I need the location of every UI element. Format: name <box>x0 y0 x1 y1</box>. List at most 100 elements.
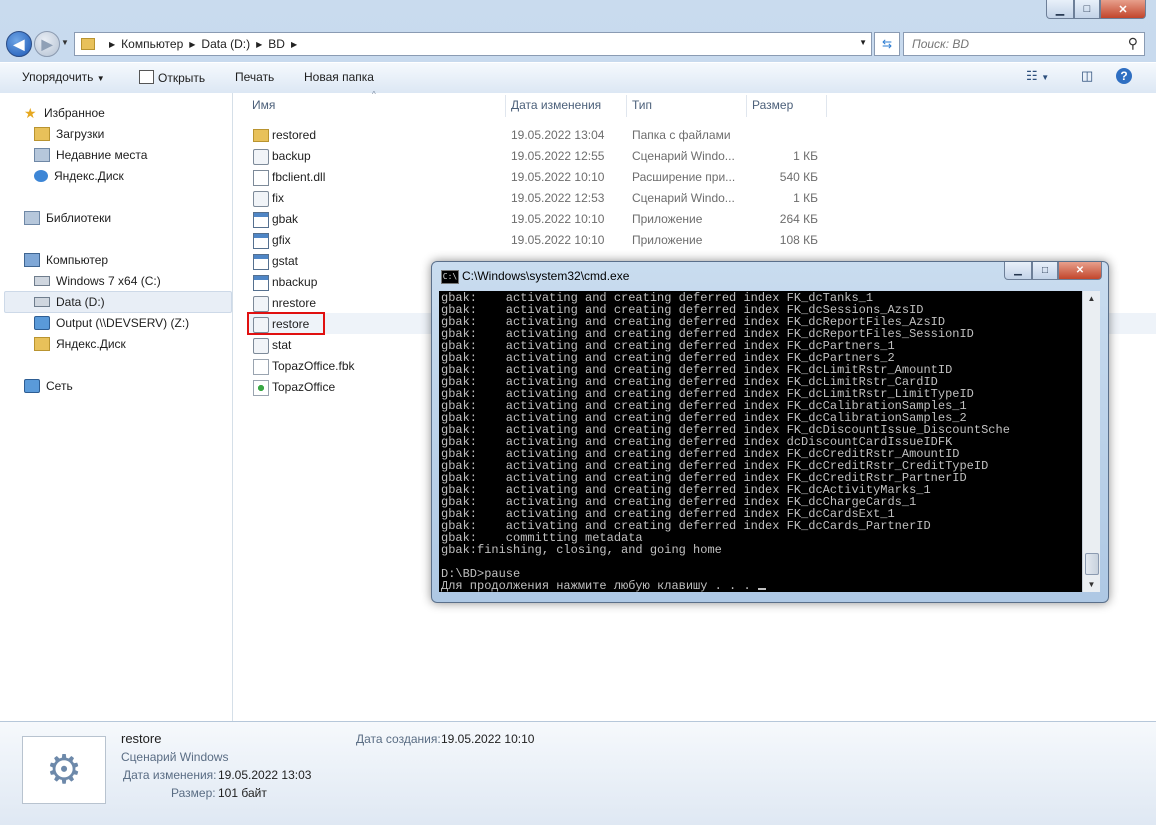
preview-pane-icon[interactable]: ◫ <box>1081 68 1093 84</box>
organize-button[interactable]: Упорядочить ▼ <box>22 70 105 84</box>
search-input[interactable] <box>910 36 1114 52</box>
console-output[interactable]: gbak: activating and creating deferred i… <box>439 291 1082 592</box>
file-size: 540 КБ <box>779 170 818 184</box>
refresh-button[interactable]: ⇆ <box>874 32 900 56</box>
script-gear-icon <box>253 191 269 207</box>
console-icon: C:\ <box>441 270 459 284</box>
file-icon <box>253 359 269 375</box>
file-type: Приложение <box>632 212 703 226</box>
script-gear-icon <box>253 296 269 312</box>
cmd-window[interactable]: C:\ C:\Windows\system32\cmd.exe ▁ □ ✕ gb… <box>431 261 1109 603</box>
nav-label: Библиотеки <box>46 211 112 225</box>
file-row[interactable]: gfix 19.05.2022 10:10 Приложение 108 КБ <box>233 229 1156 250</box>
search-box[interactable]: ⚲ <box>903 32 1145 56</box>
nav-favorites[interactable]: ★ Избранное <box>24 103 105 123</box>
recent-places-icon <box>34 148 50 162</box>
scroll-thumb[interactable] <box>1085 553 1099 575</box>
nav-drive-d[interactable]: Data (D:) <box>34 292 105 312</box>
file-date: 19.05.2022 12:55 <box>511 149 605 163</box>
file-name: fix <box>272 191 284 205</box>
nav-drive-c[interactable]: Windows 7 x64 (C:) <box>34 271 161 291</box>
file-date: 19.05.2022 10:10 <box>511 170 605 184</box>
chevron-right-icon: ▶ <box>109 39 116 49</box>
console-text: gbak: activating and creating deferred i… <box>439 291 1082 592</box>
file-row[interactable]: backup 19.05.2022 12:55 Сценарий Windo... 1… <box>233 145 1156 166</box>
column-header-name[interactable]: Имя <box>252 98 275 112</box>
details-size-label: Размер: <box>171 786 216 800</box>
file-name: stat <box>272 338 292 352</box>
yandex-folder-icon <box>34 337 50 351</box>
file-name: gbak <box>272 212 299 226</box>
address-dropdown-icon[interactable]: ▼ <box>859 38 867 47</box>
breadcrumb-data-d[interactable]: Data (D:) <box>201 37 250 51</box>
details-size-value: 101 байт <box>218 786 267 800</box>
maximize-button[interactable]: □ <box>1074 0 1100 19</box>
nav-network-drive-z[interactable]: Output (\\DEVSERV) (Z:) <box>34 313 189 333</box>
nav-label: Компьютер <box>46 253 109 267</box>
print-button[interactable]: Печать <box>235 70 274 84</box>
nav-yandex-disk-2[interactable]: Яндекс.Диск <box>34 334 126 354</box>
address-row: ◀ ▶ ▼ ▶ Компьютер ▶ Data (D:) ▶ BD ▶ ▼ ⇆… <box>0 30 1156 58</box>
file-date: 19.05.2022 10:10 <box>511 233 605 247</box>
cmd-close-button[interactable]: ✕ <box>1058 262 1102 280</box>
new-folder-button[interactable]: Новая папка <box>304 70 374 84</box>
file-name: backup <box>272 149 311 163</box>
column-header-type[interactable]: Тип <box>632 98 652 112</box>
nav-yandex-disk[interactable]: Яндекс.Диск <box>34 166 124 186</box>
back-button[interactable]: ◀ <box>6 31 32 57</box>
cmd-title: C:\Windows\system32\cmd.exe <box>462 269 630 283</box>
close-button[interactable]: ✕ <box>1100 0 1146 19</box>
cmd-maximize-button[interactable]: □ <box>1032 262 1058 280</box>
breadcrumb: ▶ Компьютер ▶ Data (D:) ▶ BD ▶ <box>103 37 303 51</box>
file-size: 108 КБ <box>779 233 818 247</box>
details-file-type: Сценарий Windows <box>121 750 229 764</box>
file-size: 1 КБ <box>793 191 818 205</box>
nav-network[interactable]: Сеть <box>24 376 73 396</box>
nav-recent-places[interactable]: Недавние места <box>34 145 147 165</box>
file-name: fbclient.dll <box>272 170 326 184</box>
nav-computer[interactable]: Компьютер <box>24 250 108 270</box>
libraries-icon <box>24 211 40 225</box>
open-button[interactable]: Открыть <box>139 70 205 85</box>
column-header-size[interactable]: Размер <box>752 98 793 112</box>
yandex-disk-icon <box>34 170 48 182</box>
breadcrumb-bd[interactable]: BD <box>268 37 285 51</box>
forward-button[interactable]: ▶ <box>34 31 60 57</box>
folder-icon <box>81 38 95 50</box>
nav-libraries[interactable]: Библиотеки <box>24 208 111 228</box>
column-divider[interactable] <box>826 95 827 117</box>
nav-downloads[interactable]: Загрузки <box>34 124 104 144</box>
file-size: 1 КБ <box>793 149 818 163</box>
file-name: TopazOffice <box>272 380 336 394</box>
column-divider[interactable] <box>626 95 627 117</box>
column-divider[interactable] <box>746 95 747 117</box>
view-options-icon[interactable]: ☷ ▼ <box>1026 68 1049 84</box>
file-row[interactable]: restored 19.05.2022 13:04 Папка с файлами <box>233 124 1156 145</box>
search-icon[interactable]: ⚲ <box>1128 35 1138 52</box>
help-icon[interactable]: ? <box>1116 68 1132 84</box>
file-row[interactable]: fix 19.05.2022 12:53 Сценарий Windo... 1 КБ <box>233 187 1156 208</box>
scroll-down-icon[interactable]: ▼ <box>1084 577 1099 592</box>
file-row[interactable]: gbak 19.05.2022 10:10 Приложение 264 КБ <box>233 208 1156 229</box>
column-divider[interactable] <box>505 95 506 117</box>
column-header-date[interactable]: Дата изменения <box>511 98 601 112</box>
file-date: 19.05.2022 13:04 <box>511 128 605 142</box>
file-row[interactable]: fbclient.dll 19.05.2022 10:10 Расширение п… <box>233 166 1156 187</box>
open-icon <box>139 70 154 84</box>
downloads-folder-icon <box>34 127 50 141</box>
details-created-label: Дата создания: <box>356 732 441 746</box>
cmd-minimize-button[interactable]: ▁ <box>1004 262 1032 280</box>
chevron-right-icon: ▶ <box>256 39 263 49</box>
breadcrumb-computer[interactable]: Компьютер <box>121 37 183 51</box>
navigation-pane: ★ Избранное Загрузки Недавние места Яндек… <box>0 93 233 721</box>
organize-label: Упорядочить <box>22 70 94 84</box>
nav-label: Яндекс.Диск <box>56 337 126 351</box>
nav-label: Сеть <box>46 379 73 393</box>
details-modified-value: 19.05.2022 13:03 <box>218 768 312 782</box>
minimize-button[interactable]: ▁ <box>1046 0 1074 19</box>
file-date: 19.05.2022 10:10 <box>511 212 605 226</box>
address-bar[interactable]: ▶ Компьютер ▶ Data (D:) ▶ BD ▶ ▼ <box>74 32 872 56</box>
scroll-up-icon[interactable]: ▲ <box>1084 291 1099 306</box>
console-scrollbar[interactable]: ▲ ▼ <box>1082 291 1100 592</box>
history-dropdown-icon[interactable]: ▼ <box>61 38 69 47</box>
